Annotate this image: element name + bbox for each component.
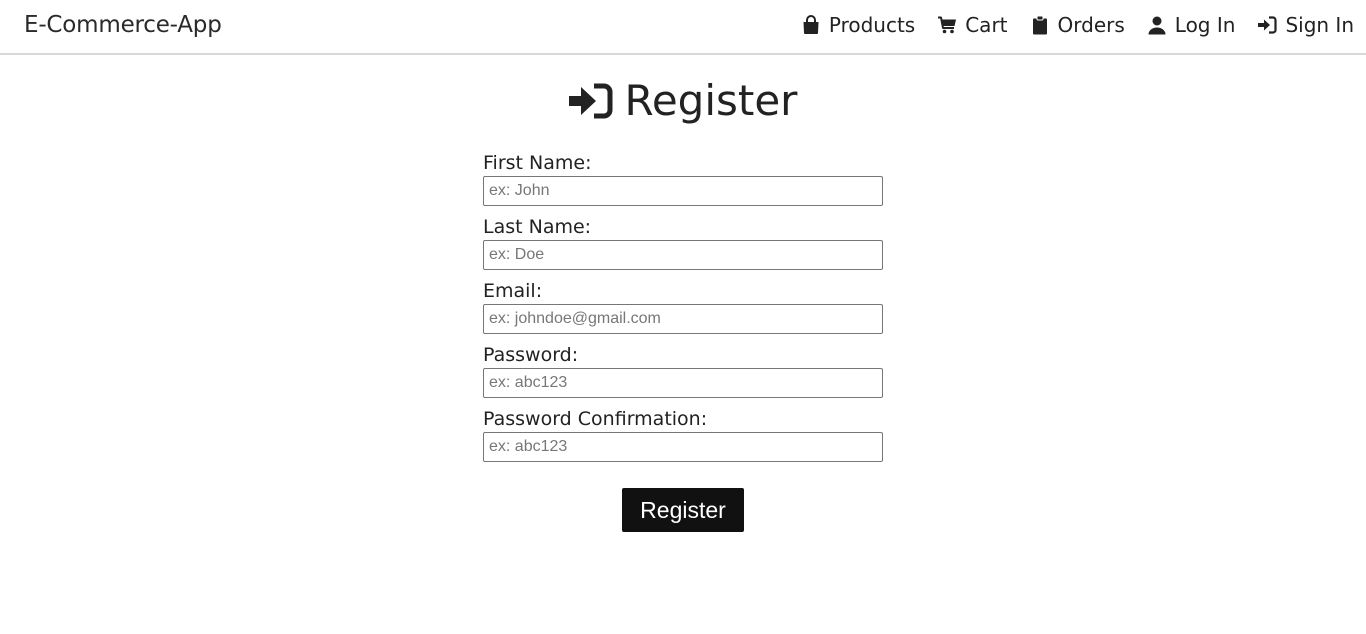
nav-orders-link[interactable]: Orders <box>1030 13 1125 37</box>
register-form: First Name: Last Name: Email: Password: … <box>483 150 883 470</box>
password-confirmation-group: Password Confirmation: <box>483 406 883 462</box>
first-name-input[interactable] <box>483 176 883 206</box>
nav-cart-link[interactable]: Cart <box>937 13 1008 37</box>
password-confirmation-input[interactable] <box>483 432 883 462</box>
nav-cart-label: Cart <box>965 13 1008 37</box>
nav-orders-label: Orders <box>1057 13 1125 37</box>
nav-signin-label: Sign In <box>1285 13 1354 37</box>
nav-products-link[interactable]: Products <box>801 13 915 37</box>
first-name-label: First Name: <box>483 152 592 174</box>
nav-login-link[interactable]: Log In <box>1147 13 1236 37</box>
first-name-group: First Name: <box>483 150 883 206</box>
page-title: Register <box>0 76 1366 125</box>
email-label: Email: <box>483 280 543 302</box>
last-name-label: Last Name: <box>483 216 592 238</box>
email-group: Email: <box>483 278 883 334</box>
shopping-bag-icon <box>801 15 821 35</box>
password-confirmation-label: Password Confirmation: <box>483 408 708 430</box>
cart-icon <box>937 15 957 35</box>
nav-signin-link[interactable]: Sign In <box>1257 13 1354 37</box>
user-icon <box>1147 15 1167 35</box>
password-input[interactable] <box>483 368 883 398</box>
password-label: Password: <box>483 344 579 366</box>
last-name-group: Last Name: <box>483 214 883 270</box>
page-title-text: Register <box>624 76 798 125</box>
password-group: Password: <box>483 342 883 398</box>
clipboard-icon <box>1030 15 1050 35</box>
nav-login-label: Log In <box>1174 13 1236 37</box>
nav-products-label: Products <box>828 13 916 37</box>
brand-logo[interactable]: E-Commerce-App <box>24 12 222 38</box>
email-input[interactable] <box>483 304 883 334</box>
sign-in-icon <box>568 82 613 120</box>
nav-links: Products Cart Orders Log In Sign In <box>801 13 1354 37</box>
sign-in-icon <box>1257 15 1278 35</box>
last-name-input[interactable] <box>483 240 883 270</box>
top-navbar: E-Commerce-App Products Cart Orders Log … <box>0 0 1366 55</box>
register-button[interactable]: Register <box>622 488 744 532</box>
